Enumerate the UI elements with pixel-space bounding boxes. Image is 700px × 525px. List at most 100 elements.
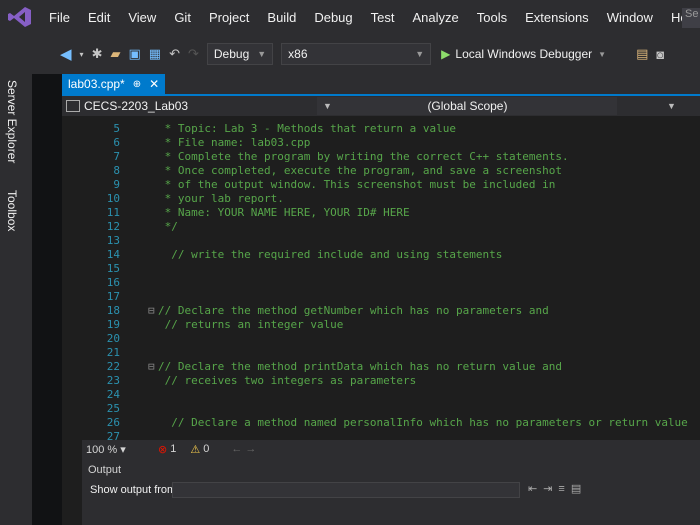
line-number: 9 [113,178,120,191]
pin-icon[interactable]: ⊕ [133,79,141,90]
menu-edit[interactable]: Edit [79,10,119,25]
back-navigation-icon[interactable]: ◀ [60,45,72,63]
code-text: * of the output window. This screenshot … [158,178,556,191]
new-project-icon[interactable]: ✱ [92,46,103,62]
output-title: Output [88,464,122,476]
line-number: 6 [113,136,120,149]
navigation-bar: CECS-2203_Lab03 ▼ (Global Scope) ▼ [62,96,700,116]
line-number: 12 [106,220,120,233]
warning-count: 0 [203,443,210,455]
output-source-dropdown[interactable] [172,482,520,498]
platform-dropdown[interactable]: x86 ▼ [281,43,432,65]
scope-dropdown[interactable]: ▼ (Global Scope) [317,97,617,115]
document-tab-strip: lab03.cpp* ⊕ ✕ [62,74,700,96]
menu-window[interactable]: Window [598,10,662,25]
line-number: 8 [113,164,120,177]
menu-debug[interactable]: Debug [305,10,361,25]
chevron-down-icon: ▼ [257,49,267,59]
output-pane: Output Show output from: ⇤⇥≡▤ [82,458,700,525]
zoom-value: 100 % [86,443,118,456]
project-name: CECS-2203_Lab03 [84,99,189,113]
save-all-icon[interactable]: ▦ [149,46,161,62]
scope-value: (Global Scope) [427,99,508,113]
code-text: * Once completed, execute the program, a… [158,164,562,177]
menu-file[interactable]: File [40,10,79,25]
editor-status-bar: 100 % ▾ ⊗ 1 ⚠ 0 ← → [82,440,700,458]
code-text: * File name: lab03.cpp [158,136,311,149]
tab-lab03-cpp[interactable]: lab03.cpp* ⊕ ✕ [62,74,166,94]
code-text: * Complete the program by writing the co… [158,150,569,163]
code-text: * Name: YOUR NAME HERE, YOUR ID# HERE [158,206,410,219]
play-icon: ▶ [441,47,451,61]
menu-bar: File Edit View Git Project Build Debug T… [0,0,700,34]
toolbox-tab[interactable]: Toolbox [5,190,19,231]
search-input[interactable]: Se [682,8,700,28]
line-number: 16 [106,276,120,289]
server-explorer-tab[interactable]: Server Explorer [5,80,19,163]
menu-project[interactable]: Project [200,10,258,25]
line-number: 25 [106,402,120,415]
chevron-down-icon: ▼ [415,49,425,59]
menu-extensions[interactable]: Extensions [516,10,598,25]
code-text: * Topic: Lab 3 - Methods that return a v… [158,122,457,135]
line-number: 24 [106,388,120,401]
toolbar: ◀ ▾ ✱ ▰ ▣ ▦ ↶ ↷ Debug ▼ x86 ▼ ▶ Local Wi… [0,34,700,74]
code-text: // Declare the method getNumber which ha… [158,304,549,317]
cpp-project-icon [66,100,80,112]
menu-test[interactable]: Test [362,10,404,25]
tab-label: lab03.cpp* [68,77,125,91]
line-number: 11 [106,206,120,219]
project-dropdown[interactable]: CECS-2203_Lab03 [62,99,317,113]
line-number: 22 [106,360,120,373]
side-rail: Server Explorer Toolbox [0,74,32,525]
zoom-level[interactable]: 100 % ▾ [82,443,146,456]
line-number: 15 [106,262,120,275]
warning-icon[interactable]: ⚠ [190,443,200,456]
browse-icon[interactable]: ▤ [636,46,648,62]
collapse-icon[interactable]: ⊟ [148,304,155,317]
line-number: 21 [106,346,120,359]
chevron-down-icon: ▼ [598,49,607,59]
undo-icon[interactable]: ↶ [169,46,180,62]
code-text: // returns an integer value [158,318,344,331]
line-number: 19 [106,318,120,331]
line-number: 5 [113,122,120,135]
error-icon[interactable]: ⊗ [158,443,167,456]
menu-git[interactable]: Git [165,10,200,25]
platform-value: x86 [288,47,308,61]
redo-icon[interactable]: ↷ [188,46,199,62]
code-text: // receives two integers as parameters [158,374,417,387]
line-number: 17 [106,290,120,303]
configuration-value: Debug [213,47,250,61]
line-number: 7 [113,150,120,163]
visual-studio-logo-icon[interactable] [8,6,32,28]
show-output-from-label: Show output from: [90,484,180,496]
close-icon[interactable]: ✕ [149,77,159,91]
line-number: 13 [106,234,120,247]
chevron-down-icon[interactable]: ▼ [667,101,676,111]
output-toolbar-icons[interactable]: ⇤⇥≡▤ [528,482,587,495]
menu-analyze[interactable]: Analyze [403,10,467,25]
menu-tools[interactable]: Tools [468,10,516,25]
code-text: // Declare the method printData which ha… [158,360,562,373]
line-number: 23 [106,374,120,387]
menu-build[interactable]: Build [258,10,305,25]
start-debugging-button[interactable]: ▶ Local Windows Debugger ▼ [441,47,606,61]
code-text: // write the required include and using … [158,248,503,261]
collapse-icon[interactable]: ⊟ [148,360,155,373]
chevron-down-icon: ▼ [323,101,332,111]
menu-view[interactable]: View [119,10,165,25]
debugger-label: Local Windows Debugger [455,47,593,61]
configuration-dropdown[interactable]: Debug ▼ [206,43,274,65]
line-number: 14 [106,248,120,261]
line-number: 18 [106,304,120,317]
line-number: 26 [106,416,120,429]
camera-icon[interactable]: ◙ [656,47,664,62]
chevron-down-icon[interactable]: ▾ [80,50,84,59]
code-editor[interactable]: 5 * Topic: Lab 3 - Methods that return a… [62,118,700,445]
line-number: 20 [106,332,120,345]
open-folder-icon[interactable]: ▰ [110,46,120,62]
nav-arrows-icon[interactable]: ← → [231,443,256,455]
code-text: * your lab report. [158,192,284,205]
save-icon[interactable]: ▣ [128,46,140,62]
